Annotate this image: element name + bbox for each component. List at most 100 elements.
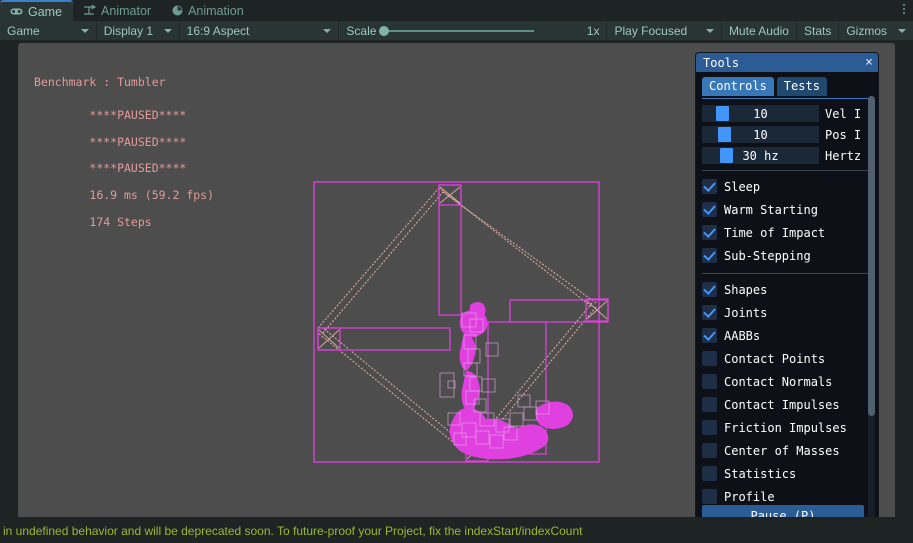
editor-tab-strip: Game Animator Animation — [0, 0, 913, 21]
checkbox-icon[interactable] — [702, 305, 717, 320]
checkbox-sub-stepping[interactable]: Sub-Stepping — [702, 244, 872, 267]
gizmos-button[interactable]: Gizmos — [839, 21, 894, 40]
checkbox-aabbs[interactable]: AABBs — [702, 324, 872, 347]
hud-frame-time: 16.9 ms (59.2 fps) — [89, 187, 215, 202]
tools-scrollbar[interactable] — [868, 96, 875, 517]
checkbox-friction-impulses[interactable]: Friction Impulses — [702, 416, 872, 439]
scale-slider-group[interactable]: Scale 1x — [339, 21, 608, 40]
checkbox-icon[interactable] — [702, 248, 717, 263]
play-mode-label: Play Focused — [614, 23, 688, 38]
mute-audio-button[interactable]: Mute Audio — [722, 21, 797, 40]
play-mode-dropdown[interactable]: Play Focused — [607, 21, 722, 40]
tools-scrollbar-thumb[interactable] — [868, 96, 875, 416]
tools-title-label: Tools — [703, 55, 740, 70]
checkbox-time-of-impact[interactable]: Time of Impact — [702, 221, 872, 244]
hertz-label: Hertz — [825, 148, 862, 163]
checkbox-icon[interactable] — [702, 328, 717, 343]
checkbox-icon[interactable] — [702, 351, 717, 366]
position-iterations-slider[interactable]: 10 — [702, 126, 819, 143]
more-options-icon[interactable] — [903, 4, 905, 14]
checkbox-icon[interactable] — [702, 179, 717, 194]
hud-step-count: 174 Steps — [89, 214, 152, 229]
checkbox-contact-points[interactable]: Contact Points — [702, 347, 872, 370]
pause-button-label: Pause (P) — [750, 508, 816, 518]
checkbox-friction-impulses-label: Friction Impulses — [724, 420, 847, 435]
scale-value: 1x — [586, 23, 600, 38]
scale-slider-knob[interactable] — [379, 25, 390, 36]
tab-tests[interactable]: Tests — [776, 77, 827, 96]
slider-grab[interactable] — [718, 127, 731, 142]
hud-line-2: ****PAUSED**** — [89, 134, 187, 149]
velocity-iterations-slider[interactable]: 10 — [702, 105, 819, 122]
game-view-toolbar: Game Display 1 16:9 Aspect Scale 1x Play… — [0, 21, 913, 40]
pause-button[interactable]: Pause (P) — [702, 505, 864, 517]
checkbox-icon[interactable] — [702, 397, 717, 412]
gamepad-icon — [10, 7, 23, 16]
checkbox-shapes-label: Shapes — [724, 282, 768, 297]
checkbox-sleep[interactable]: Sleep — [702, 175, 872, 198]
checkbox-icon[interactable] — [702, 443, 717, 458]
checkbox-icon[interactable] — [702, 420, 717, 435]
velocity-iterations-label: Vel I — [825, 106, 862, 121]
checkbox-warm-starting[interactable]: Warm Starting — [702, 198, 872, 221]
tab-animation-label: Animation — [188, 3, 244, 18]
slider-grab[interactable] — [720, 148, 733, 163]
view-selector-dropdown[interactable]: Game — [0, 21, 97, 40]
tab-game-label: Game — [28, 4, 63, 19]
tools-panel[interactable]: Tools × Controls Tests 10 Vel I 10 Pos I… — [696, 53, 878, 517]
separator — [702, 273, 872, 274]
chevron-down-icon — [80, 28, 89, 33]
mute-audio-label: Mute Audio — [728, 23, 789, 38]
display-selector-dropdown[interactable]: Display 1 — [97, 21, 180, 40]
checkbox-icon[interactable] — [702, 282, 717, 297]
checkbox-icon[interactable] — [702, 374, 717, 389]
checkbox-center-of-masses-label: Center of Masses — [724, 443, 840, 458]
checkbox-time-of-impact-label: Time of Impact — [724, 225, 826, 240]
tools-title-bar[interactable]: Tools × — [696, 53, 878, 72]
separator — [702, 170, 872, 171]
chevron-down-icon — [705, 28, 714, 33]
checkbox-icon[interactable] — [702, 202, 717, 217]
hertz-slider[interactable]: 30 hz — [702, 147, 819, 164]
gizmos-dropdown[interactable] — [894, 21, 913, 40]
slider-grab[interactable] — [716, 106, 729, 121]
close-icon[interactable]: × — [865, 56, 873, 69]
slider-row-velocity-iterations[interactable]: 10 Vel I — [702, 105, 872, 122]
slider-row-position-iterations[interactable]: 10 Pos I — [702, 126, 872, 143]
benchmark-title: Benchmark : Tumbler — [34, 74, 166, 89]
slider-row-hertz[interactable]: 30 hz Hertz — [702, 147, 872, 164]
checkbox-joints[interactable]: Joints — [702, 301, 872, 324]
tab-underline — [702, 98, 872, 99]
tab-animator[interactable]: Animator — [73, 0, 162, 21]
checkbox-contact-impulses[interactable]: Contact Impulses — [702, 393, 872, 416]
tab-animator-label: Animator — [101, 3, 152, 18]
benchmark-hud: Benchmark : Tumbler ****PAUSED**** ****P… — [34, 49, 214, 242]
stats-button[interactable]: Stats — [797, 21, 840, 40]
scale-slider-track[interactable] — [379, 25, 535, 36]
tab-controls[interactable]: Controls — [702, 77, 774, 96]
tab-animation[interactable]: Animation — [162, 0, 255, 21]
status-message: in undefined behavior and will be deprec… — [3, 524, 583, 538]
scale-slider[interactable] — [379, 25, 535, 36]
chevron-down-icon — [323, 28, 332, 33]
game-render-surface[interactable]: Benchmark : Tumbler ****PAUSED**** ****P… — [18, 43, 895, 517]
checkbox-contact-normals[interactable]: Contact Normals — [702, 370, 872, 393]
aspect-selector-dropdown[interactable]: 16:9 Aspect — [180, 21, 340, 40]
checkbox-contact-points-label: Contact Points — [724, 351, 826, 366]
checkbox-statistics[interactable]: Statistics — [702, 462, 872, 485]
tools-body: Controls Tests 10 Vel I 10 Pos I 30 hz H… — [696, 72, 878, 517]
checkbox-shapes[interactable]: Shapes — [702, 278, 872, 301]
tab-controls-label: Controls — [709, 79, 767, 93]
checkbox-aabbs-label: AABBs — [724, 328, 761, 343]
clock-icon — [172, 5, 183, 16]
game-area: Benchmark : Tumbler ****PAUSED**** ****P… — [0, 40, 913, 519]
tab-game[interactable]: Game — [0, 0, 74, 21]
checkbox-icon[interactable] — [702, 466, 717, 481]
checkbox-contact-normals-label: Contact Normals — [724, 374, 833, 389]
status-bar[interactable]: in undefined behavior and will be deprec… — [0, 519, 913, 543]
checkbox-icon[interactable] — [702, 489, 717, 504]
checkbox-icon[interactable] — [702, 225, 717, 240]
checkbox-sleep-label: Sleep — [724, 179, 761, 194]
checkbox-center-of-masses[interactable]: Center of Masses — [702, 439, 872, 462]
gizmos-label: Gizmos — [846, 23, 888, 38]
